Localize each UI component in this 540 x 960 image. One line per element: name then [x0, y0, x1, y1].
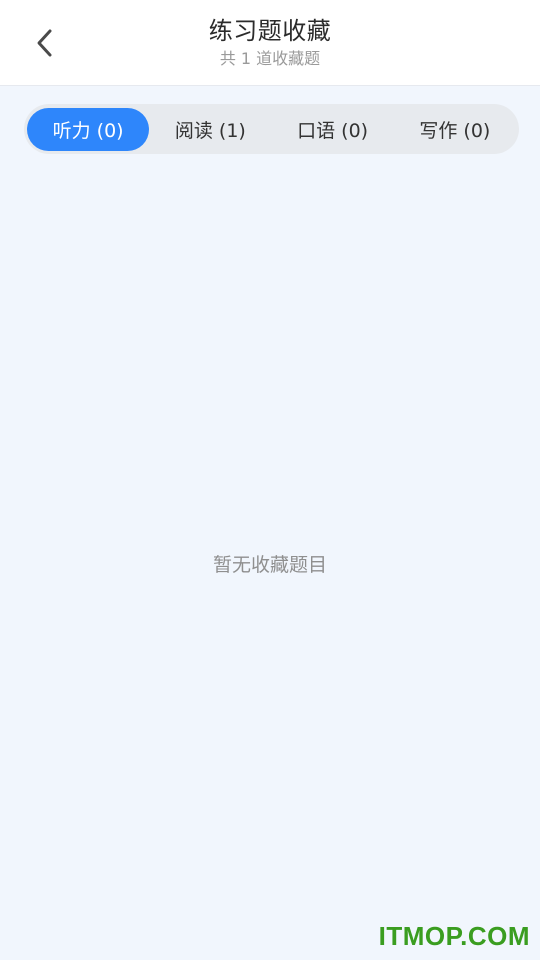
header-bar: 练习题收藏 共 1 道收藏题 — [0, 0, 540, 86]
page-title: 练习题收藏 — [208, 17, 332, 45]
category-tabs: 听力 (0) 阅读 (1) 口语 (0) 写作 (0) — [24, 104, 519, 154]
tab-listening[interactable]: 听力 (0) — [27, 107, 150, 151]
empty-state-message: 暂无收藏题目 — [212, 554, 327, 576]
watermark: ITMOP.COM — [378, 921, 530, 951]
title-block: 练习题收藏 共 1 道收藏题 — [0, 14, 540, 70]
tab-speaking[interactable]: 口语 (0) — [272, 108, 394, 151]
page-subtitle: 共 1 道收藏题 — [219, 49, 321, 68]
tab-writing[interactable]: 写作 (0) — [394, 108, 516, 151]
tab-reading[interactable]: 阅读 (1) — [149, 108, 271, 151]
